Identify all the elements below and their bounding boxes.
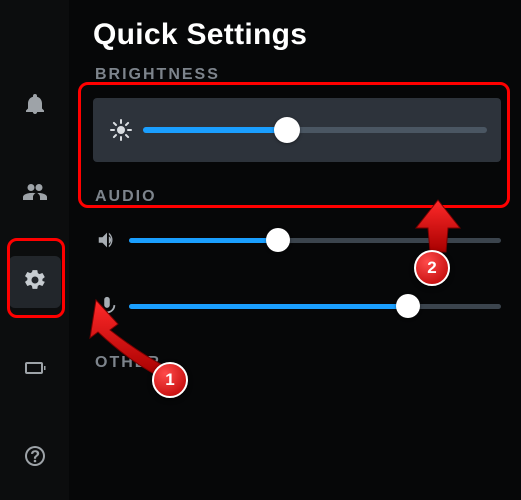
quick-settings-panel: Quick Settings BRIGHTNESS AUDIO xyxy=(69,0,521,500)
mic-slider[interactable] xyxy=(129,304,501,309)
volume-thumb[interactable] xyxy=(266,228,290,252)
help-icon xyxy=(23,444,47,473)
brightness-section: BRIGHTNESS xyxy=(93,66,501,162)
app-root: Quick Settings BRIGHTNESS AUDIO xyxy=(0,0,521,500)
other-label: OTHER xyxy=(95,354,501,372)
mic-row xyxy=(93,288,501,324)
sidebar-item-help[interactable] xyxy=(9,432,61,484)
battery-icon xyxy=(23,356,47,385)
page-title: Quick Settings xyxy=(93,18,501,52)
audio-section: AUDIO xyxy=(93,188,501,324)
bell-icon xyxy=(23,92,47,121)
volume-row xyxy=(93,222,501,258)
sidebar-item-friends[interactable] xyxy=(9,168,61,220)
mic-icon xyxy=(93,292,121,320)
mic-fill xyxy=(129,304,408,309)
sidebar xyxy=(0,0,69,500)
sidebar-item-notifications[interactable] xyxy=(9,80,61,132)
brightness-fill xyxy=(143,127,287,133)
sidebar-item-battery[interactable] xyxy=(9,344,61,396)
brightness-card xyxy=(93,98,501,162)
mic-thumb[interactable] xyxy=(396,294,420,318)
brightness-thumb[interactable] xyxy=(274,117,300,143)
volume-fill xyxy=(129,238,278,243)
volume-slider[interactable] xyxy=(129,238,501,243)
brightness-label: BRIGHTNESS xyxy=(95,66,501,84)
speaker-icon xyxy=(93,226,121,254)
brightness-icon xyxy=(107,116,135,144)
other-section: OTHER xyxy=(93,354,501,372)
audio-label: AUDIO xyxy=(95,188,501,206)
gear-icon xyxy=(23,268,47,297)
friends-icon xyxy=(23,180,47,209)
sidebar-item-settings[interactable] xyxy=(9,256,61,308)
brightness-slider[interactable] xyxy=(143,127,487,133)
brightness-slider-row xyxy=(107,108,487,152)
